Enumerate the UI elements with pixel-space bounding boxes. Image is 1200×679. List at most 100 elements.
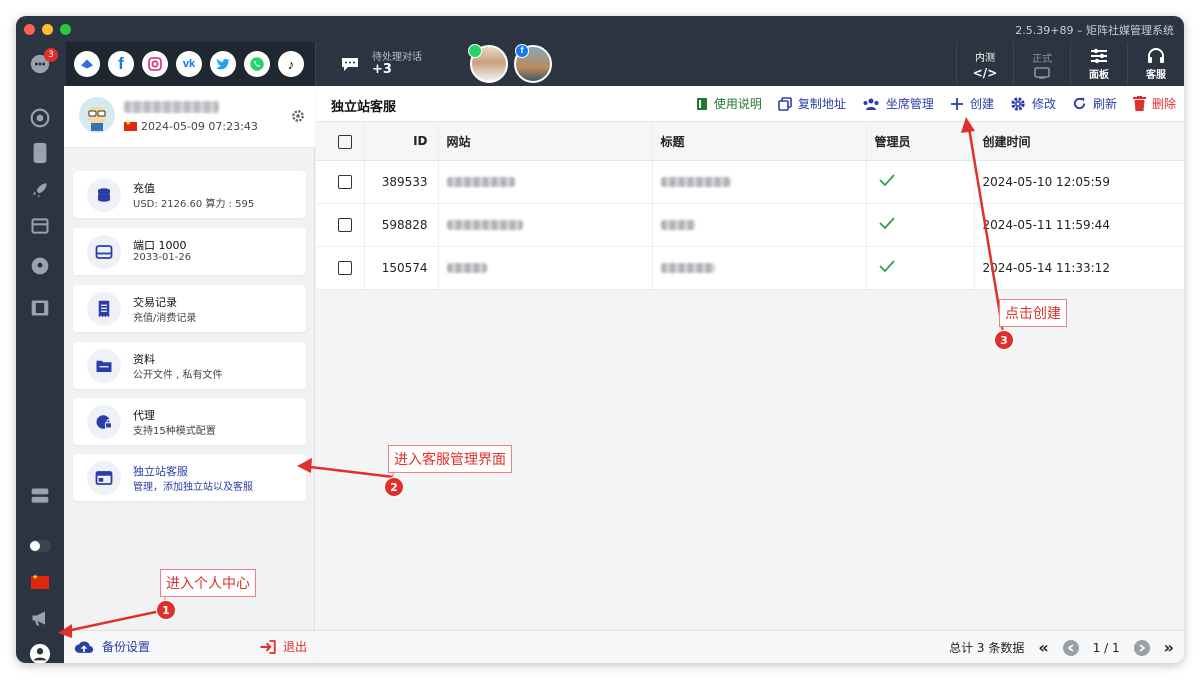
top-right-buttons: 内测 </> 正式 面板 客服: [956, 42, 1184, 86]
select-all-checkbox[interactable]: [338, 134, 352, 149]
row-site: [438, 160, 653, 204]
table-row[interactable]: 150574 2024-05-14 11:33:12: [316, 246, 1184, 290]
formal-button[interactable]: 正式: [1013, 42, 1070, 86]
multi-account-icon[interactable]: [74, 51, 100, 77]
customer-service-button[interactable]: 客服: [1127, 42, 1184, 86]
left-rail: 3: [16, 42, 64, 663]
storage-icon[interactable]: [28, 484, 52, 508]
files-card[interactable]: 资料 公开文件 , 私有文件: [73, 342, 306, 389]
card-title: 独立站客服: [133, 465, 188, 478]
facebook-icon[interactable]: f: [108, 51, 134, 77]
copy-label: 复制地址: [797, 97, 846, 111]
copy-address-button[interactable]: 复制地址: [778, 95, 846, 112]
row-select-cell: [316, 203, 365, 247]
rocket-icon[interactable]: [28, 178, 52, 202]
edit-button[interactable]: 修改: [1010, 95, 1056, 112]
seat-management-button[interactable]: 坐席管理: [862, 95, 934, 112]
users-icon: [863, 98, 879, 110]
film-icon[interactable]: [28, 296, 52, 320]
delete-label: 删除: [1151, 97, 1176, 111]
logout-button[interactable]: 退出: [259, 638, 307, 655]
row-checkbox[interactable]: [338, 260, 352, 275]
first-page-button[interactable]: «: [1038, 638, 1048, 657]
help-button[interactable]: 使用说明: [696, 95, 762, 112]
table-row[interactable]: 598828 2024-05-11 11:59:44: [316, 203, 1184, 247]
monitor-icon: [1034, 66, 1050, 79]
last-page-button[interactable]: »: [1164, 638, 1174, 657]
copy-icon: [778, 96, 792, 111]
seats-label: 坐席管理: [885, 97, 934, 111]
delete-button[interactable]: 删除: [1132, 95, 1176, 112]
whatsapp-icon[interactable]: [244, 51, 270, 77]
next-page-button[interactable]: [1133, 639, 1150, 656]
instagram-icon[interactable]: [142, 51, 168, 77]
row-checkbox[interactable]: [338, 174, 352, 189]
gear-icon[interactable]: [291, 108, 305, 127]
row-title: [652, 160, 867, 204]
tiktok-icon[interactable]: ♪: [278, 51, 304, 77]
minimize-window-button[interactable]: [42, 24, 53, 35]
twitter-icon[interactable]: [210, 51, 236, 77]
store-icon[interactable]: [28, 214, 52, 238]
table-row[interactable]: 389533 2024-05-10 12:05:59: [316, 160, 1184, 204]
ai-head-icon[interactable]: [28, 254, 52, 278]
proxy-icon: [87, 405, 121, 439]
blurred-site: [446, 220, 523, 230]
blurred-site: [446, 177, 515, 187]
vk-icon[interactable]: vk: [176, 51, 202, 77]
backup-settings-button[interactable]: 备份设置: [74, 638, 150, 655]
prev-page-button[interactable]: [1062, 639, 1079, 656]
page-indicator: 1 / 1: [1092, 640, 1120, 655]
row-title: [652, 246, 867, 290]
logout-label: 退出: [282, 640, 307, 654]
row-checkbox[interactable]: [338, 217, 352, 232]
blurred-title: [660, 220, 695, 230]
user-avatar[interactable]: [79, 97, 115, 133]
proxy-card[interactable]: 代理 支持15种模式配置: [73, 398, 306, 445]
whatsapp-mini-icon: [468, 44, 482, 58]
megaphone-icon[interactable]: [28, 606, 52, 630]
check-icon: [878, 260, 895, 273]
panel-label: 面板: [1089, 69, 1109, 81]
code-icon: </>: [972, 65, 998, 80]
internal-test-button[interactable]: 内测 </>: [956, 42, 1013, 86]
site-service-card[interactable]: 独立站客服 管理，添加独立站以及客服: [73, 454, 306, 501]
create-button[interactable]: 创建: [950, 95, 994, 112]
content-header: 独立站客服 使用说明 复制地址 坐席管理 创建 修改 刷新 删除: [316, 86, 1184, 122]
zoom-window-button[interactable]: [60, 24, 71, 35]
refresh-button[interactable]: 刷新: [1072, 95, 1117, 112]
col-id[interactable]: ID: [364, 123, 439, 161]
annotation-text-2: 进入客服管理界面: [388, 445, 512, 473]
user-center-icon[interactable]: [28, 642, 52, 663]
col-site[interactable]: 网站: [438, 123, 653, 161]
card-subtitle: 充值/消费记录: [133, 313, 197, 324]
pagination: 总计 3 条数据 « 1 / 1 »: [949, 638, 1174, 657]
card-title: 代理: [133, 409, 155, 422]
close-window-button[interactable]: [24, 24, 35, 35]
language-flag-icon[interactable]: [28, 570, 52, 594]
port-card[interactable]: 端口 1000 2033-01-26: [73, 228, 306, 275]
blurred-title: [660, 177, 731, 187]
col-title[interactable]: 标题: [652, 123, 867, 161]
chrome-icon[interactable]: [28, 106, 52, 130]
username-blurred: [124, 101, 219, 113]
row-site: [438, 203, 653, 247]
card-subtitle: 支持15种模式配置: [133, 426, 216, 437]
content-footer: 总计 3 条数据 « 1 / 1 »: [316, 630, 1184, 663]
receipt-icon: [87, 292, 121, 326]
theme-toggle[interactable]: [28, 534, 52, 558]
annotation-number-3: 3: [994, 330, 1014, 350]
refresh-label: 刷新: [1092, 97, 1117, 111]
panel-button[interactable]: 面板: [1070, 42, 1127, 86]
row-admin: [866, 160, 975, 204]
col-admin[interactable]: 管理员: [866, 123, 975, 161]
phone-icon[interactable]: [28, 141, 52, 165]
row-id: 389533: [364, 160, 439, 204]
recharge-card[interactable]: 充值 USD: 2126.60 算力 : 595: [73, 171, 306, 218]
col-created[interactable]: 创建时间: [974, 123, 1184, 161]
login-date: 2024-05-09 07:23:43: [141, 120, 258, 133]
total-count: 总计 3 条数据: [949, 641, 1025, 655]
card-title: 端口 1000: [133, 239, 187, 252]
card-subtitle: 2033-01-26: [133, 252, 192, 263]
transactions-card[interactable]: 交易记录 充值/消费记录: [73, 285, 306, 332]
